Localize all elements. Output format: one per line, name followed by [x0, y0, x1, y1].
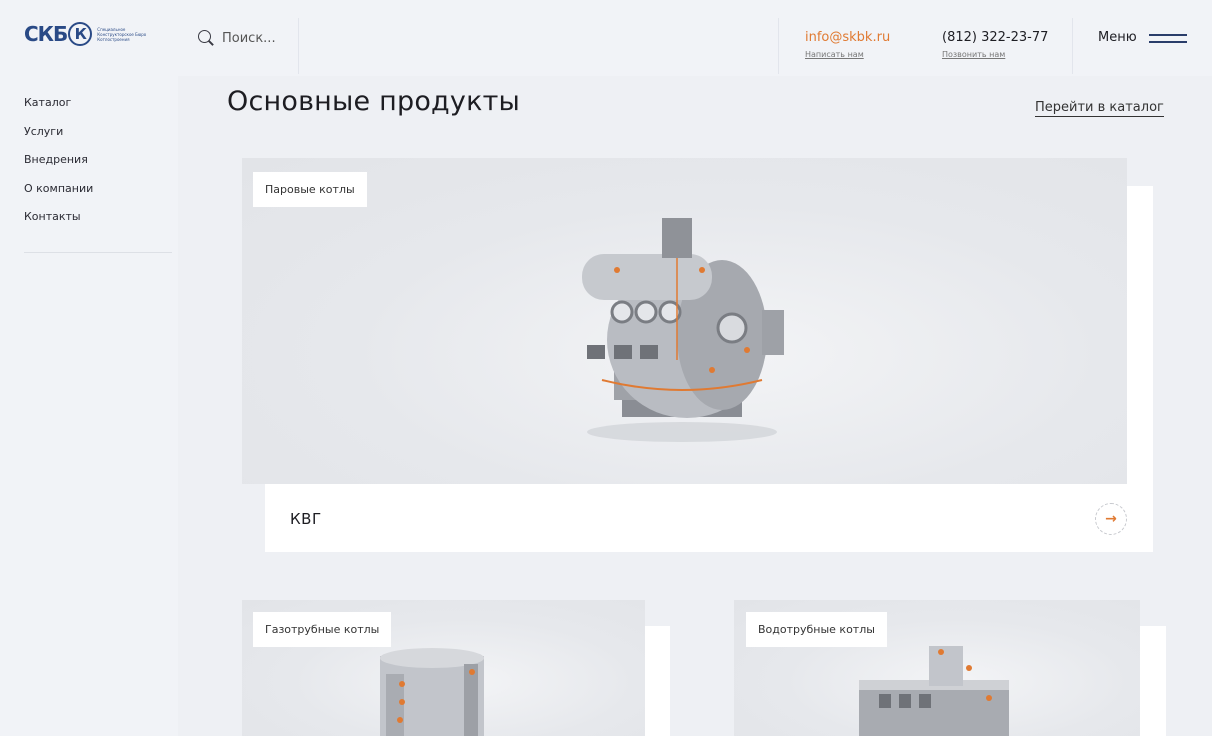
burger-menu-icon: [1148, 33, 1187, 43]
header-divider: [298, 18, 299, 74]
search-icon[interactable]: [198, 30, 214, 46]
logo[interactable]: СКБ К Специальное Конструкторское Бюро К…: [24, 22, 153, 46]
write-us-link[interactable]: Написать нам: [805, 50, 890, 59]
page-title: Основные продукты: [227, 86, 521, 117]
header-divider: [778, 18, 779, 74]
search-box[interactable]: [198, 29, 292, 47]
menu-button[interactable]: Меню: [1098, 30, 1187, 45]
category-tag-steam-boilers[interactable]: Паровые котлы: [253, 172, 367, 207]
menu-label: Меню: [1098, 30, 1137, 45]
logo-k-circle: К: [68, 22, 93, 46]
phone-contact[interactable]: (812) 322-23-77 Позвонить нам: [942, 30, 1048, 59]
logo-letters: СКБ: [24, 22, 68, 46]
site-header: СКБ К Специальное Конструкторское Бюро К…: [0, 0, 1212, 76]
category-tag-firetube-boilers[interactable]: Газотрубные котлы: [253, 612, 392, 647]
steam-boiler-image: [582, 218, 784, 442]
call-us-link[interactable]: Позвонить нам: [942, 50, 1048, 59]
sidebar-nav: Каталог Услуги Внедрения О компании Конт…: [24, 94, 174, 237]
firetube-boiler-image: [380, 648, 484, 736]
logo-subtitle: Специальное Конструкторское Бюро Котлост…: [97, 26, 147, 42]
featured-card-image[interactable]: [242, 158, 1127, 484]
featured-card-footer[interactable]: [265, 484, 1153, 552]
search-input[interactable]: [222, 30, 292, 46]
sidebar-item-about[interactable]: О компании: [24, 180, 174, 209]
sidebar-divider: [24, 252, 172, 253]
phone-link[interactable]: (812) 322-23-77: [942, 30, 1048, 45]
header-divider: [1072, 18, 1073, 74]
category-tag-watertube-boilers[interactable]: Водотрубные котлы: [746, 612, 887, 647]
sidebar-item-catalog[interactable]: Каталог: [24, 94, 174, 123]
sidebar-item-implementations[interactable]: Внедрения: [24, 151, 174, 180]
email-contact[interactable]: info@skbk.ru Написать нам: [805, 30, 890, 59]
sidebar-item-services[interactable]: Услуги: [24, 123, 174, 152]
sidebar-item-contacts[interactable]: Контакты: [24, 208, 174, 237]
email-link[interactable]: info@skbk.ru: [805, 30, 890, 45]
logo-mark: СКБ К: [24, 22, 93, 46]
featured-product-name[interactable]: КВГ: [290, 510, 322, 528]
go-to-catalog-link[interactable]: Перейти в каталог: [1035, 100, 1164, 117]
arrow-right-icon[interactable]: →: [1095, 503, 1127, 535]
watertube-boiler-image: [859, 646, 1009, 736]
